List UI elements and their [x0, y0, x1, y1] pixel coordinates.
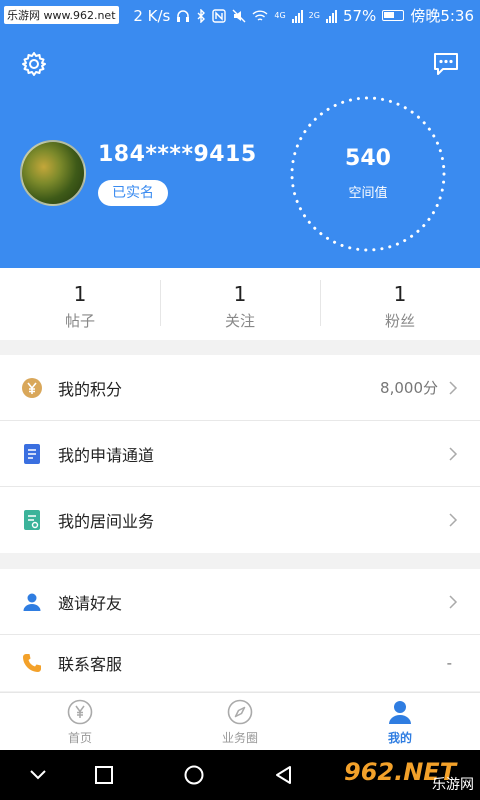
chevron-right-icon [449, 380, 458, 395]
chevron-right-icon [449, 594, 458, 609]
message-icon[interactable] [432, 50, 460, 78]
person-icon [20, 590, 44, 614]
stat-posts-label: 帖子 [64, 312, 95, 330]
score-value: 540 [345, 146, 391, 171]
wifi-icon [252, 9, 268, 21]
stats-bar: 1 帖子 1 关注 1 粉丝 [0, 268, 480, 340]
stat-following-label: 关注 [224, 312, 255, 330]
verified-badge: 已实名 [98, 180, 168, 206]
avatar[interactable] [20, 140, 86, 206]
battery-icon [382, 10, 405, 21]
network-label-2g: 2G [308, 10, 320, 20]
score-label: 空间值 [348, 186, 388, 201]
menu-item-points[interactable]: 我的积分 8,000分 [0, 355, 480, 421]
menu-item-customer-service-label: 联系客服 [58, 655, 123, 674]
site-watermark-small: 乐游网 [432, 777, 474, 793]
phone-icon [20, 651, 44, 675]
user-phone: 184****9415 [98, 142, 257, 167]
tab-me-label: 我的 [387, 731, 412, 745]
document-icon [20, 442, 44, 466]
menu-item-applications[interactable]: 我的申请通道 [0, 421, 480, 487]
signal-icon-1 [291, 9, 303, 23]
menu-item-applications-label: 我的申请通道 [58, 445, 155, 465]
recents-square-icon[interactable] [94, 765, 114, 785]
profile-header: 184****9415 已实名 540 空间值 [0, 30, 480, 268]
stat-following-count: 1 [233, 282, 247, 306]
tab-home[interactable]: 首页 [0, 693, 160, 750]
chevron-right-icon [449, 446, 458, 461]
business-doc-icon [20, 508, 44, 532]
chevron-down-icon[interactable] [28, 765, 48, 785]
menu-item-invite-label: 邀请好友 [58, 593, 123, 613]
headset-icon [177, 9, 190, 22]
network-label-4g: 4G [274, 10, 286, 20]
stat-followers[interactable]: 1 粉丝 [320, 268, 480, 340]
battery-percent: 57% [342, 6, 377, 25]
clock: 傍晚5:36 [410, 7, 474, 25]
yen-coin-icon [20, 376, 44, 400]
network-speed: 2 K/s [133, 6, 171, 25]
stat-posts[interactable]: 1 帖子 [0, 268, 160, 340]
stat-following[interactable]: 1 关注 [160, 268, 320, 340]
stat-posts-count: 1 [73, 282, 87, 306]
tab-me[interactable]: 我的 [320, 693, 480, 750]
stat-followers-count: 1 [393, 282, 407, 306]
menu-group-support: 邀请好友 联系客服 - [0, 569, 480, 691]
menu-item-brokerage[interactable]: 我的居间业务 [0, 487, 480, 553]
system-nav-bar: 962.NET 乐游网 [0, 750, 480, 800]
score-ring-dots [290, 96, 446, 252]
menu-item-invite[interactable]: 邀请好友 [0, 569, 480, 635]
tab-business-circle-label: 业务圈 [221, 731, 258, 745]
back-triangle-icon[interactable] [274, 765, 294, 785]
yen-circle-icon [67, 699, 93, 725]
tab-home-label: 首页 [67, 731, 92, 745]
mute-icon [232, 9, 246, 22]
menu-group-account: 我的积分 8,000分 我的申请通道 我的居间业务 [0, 355, 480, 553]
chevron-right-icon [449, 513, 458, 527]
menu-item-customer-service[interactable]: 联系客服 - [0, 635, 480, 691]
settings-gear-icon[interactable] [20, 50, 48, 78]
site-watermark: 962.NET 乐游网 [344, 758, 474, 793]
stat-followers-label: 粉丝 [384, 312, 415, 330]
status-bar: 乐游网 www.962.net 2 K/s 4G 2G 57% 傍晚5:36 [0, 0, 480, 30]
nfc-icon [212, 8, 227, 23]
bottom-nav: 首页 业务圈 我的 [0, 692, 480, 750]
signal-icon-2 [325, 9, 337, 23]
menu-item-brokerage-label: 我的居间业务 [58, 512, 155, 531]
status-watermark: 乐游网 www.962.net [4, 6, 119, 24]
points-value: 8,000分 [380, 379, 438, 397]
menu-item-points-label: 我的积分 [58, 379, 123, 399]
customer-service-value: - [446, 654, 452, 672]
bluetooth-icon [197, 8, 206, 23]
compass-icon [227, 699, 253, 725]
home-circle-icon[interactable] [184, 765, 204, 785]
tab-business-circle[interactable]: 业务圈 [160, 693, 320, 750]
person-icon [389, 701, 411, 724]
